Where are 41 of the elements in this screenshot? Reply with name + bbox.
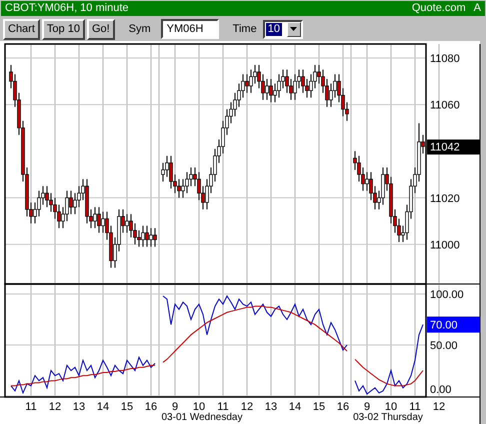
time-axis-label: 9 — [364, 401, 370, 413]
time-axis-label: 16 — [144, 401, 158, 413]
time-axis-label: 11 — [25, 401, 37, 413]
time-select[interactable]: 10 — [262, 20, 303, 38]
price-axis-label: 11020 — [430, 192, 460, 205]
time-axis-label: 9 — [172, 401, 178, 413]
price-axis-label: 11060 — [430, 100, 460, 112]
time-axis-label: 12 — [240, 401, 254, 413]
time-axis-label: 15 — [120, 401, 134, 413]
indicator-axis-label: 100.00 — [430, 289, 464, 301]
time-axis-label: 14 — [96, 401, 110, 413]
time-axis-label: 13 — [264, 401, 278, 413]
price-axis-label: 11080 — [430, 52, 460, 65]
last-price-label: 11042 — [430, 142, 460, 154]
last-value-marker — [427, 316, 480, 333]
price-axis-label: 11000 — [430, 239, 460, 252]
toolbar-button[interactable]: Go! — [86, 18, 115, 40]
time-axis-label: 13 — [72, 401, 86, 413]
date-label: 03-02 Thursday — [353, 412, 423, 423]
time-label: Time — [232, 22, 257, 37]
toolbar-button[interactable]: Top 10 — [42, 18, 85, 40]
symbol-field[interactable]: YM06H — [160, 19, 219, 39]
indicator-axis-label: 0.00 — [430, 384, 452, 396]
brand-suffix: A — [474, 1, 481, 16]
dropdown-caret-icon — [286, 22, 301, 36]
time-axis-label: 12 — [432, 401, 446, 413]
time-axis-label: 10 — [384, 401, 398, 413]
time-axis-label: 10 — [192, 401, 206, 413]
time-axis-label: 14 — [288, 401, 302, 413]
window-title: CBOT:YM06H, 10 minute — [5, 1, 128, 16]
time-axis-label: 16 — [336, 401, 350, 413]
time-axis-label: 11 — [217, 401, 229, 413]
time-axis-label: 12 — [48, 401, 62, 413]
date-label: 03-01 Wednesday — [162, 412, 242, 423]
brand-label: Quote.com — [412, 1, 466, 16]
indicator-axis-label: 50.00 — [430, 340, 458, 352]
sym-label: Sym — [128, 22, 151, 37]
last-value-label: 70.00 — [430, 320, 458, 332]
toolbar-button[interactable]: Chart — [3, 18, 40, 40]
time-axis-label: 15 — [312, 401, 326, 413]
time-axis-label: 11 — [409, 401, 421, 413]
